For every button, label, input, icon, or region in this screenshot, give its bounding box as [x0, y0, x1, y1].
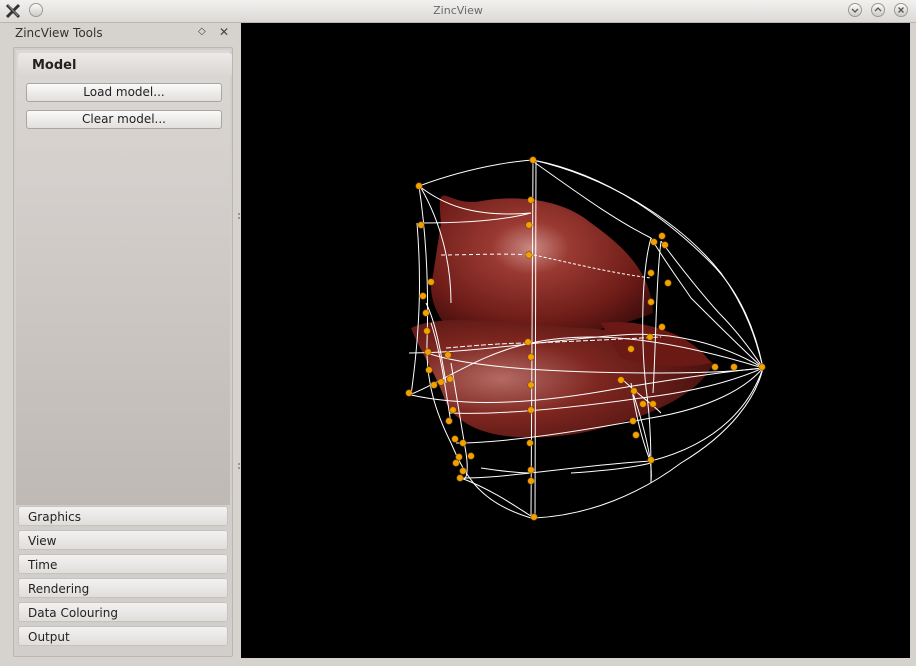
- toolbox-tab-label: Time: [28, 558, 58, 572]
- toolbox-tab-label: View: [28, 534, 57, 548]
- window-right-border: [910, 23, 916, 666]
- dock-float-icon[interactable]: ◇: [198, 26, 206, 37]
- toolbox-tab-output[interactable]: Output: [18, 626, 228, 646]
- zincview-tools-dock: ZincView Tools ◇ ✕ Model Load model... C…: [9, 23, 237, 659]
- toolbox-tab-graphics[interactable]: Graphics: [18, 506, 228, 526]
- toolbox-tab-data-colouring[interactable]: Data Colouring: [18, 602, 228, 622]
- maximize-button[interactable]: [871, 3, 885, 17]
- toolbox: Model Load model... Clear model... Graph…: [13, 47, 233, 657]
- 3d-viewport[interactable]: [241, 23, 910, 658]
- minimize-button[interactable]: [848, 3, 862, 17]
- chevron-down-icon: [851, 8, 859, 13]
- load-model-button[interactable]: Load model...: [26, 83, 222, 102]
- toolbox-tab-view[interactable]: View: [18, 530, 228, 550]
- clear-model-button[interactable]: Clear model...: [26, 110, 222, 129]
- dock-title: ZincView Tools: [15, 26, 103, 40]
- model-page: Model Load model... Clear model...: [16, 50, 232, 505]
- toolbox-tab-label: Data Colouring: [28, 606, 118, 620]
- dock-close-icon[interactable]: ✕: [219, 25, 229, 39]
- toolbox-tab-label: Output: [28, 630, 70, 644]
- window-title: ZincView: [433, 4, 483, 17]
- toolbox-tab-rendering[interactable]: Rendering: [18, 578, 228, 598]
- window-titlebar[interactable]: ZincView: [0, 0, 916, 23]
- close-icon: [898, 7, 904, 13]
- toolbox-tab-label: Graphics: [28, 510, 81, 524]
- toolbox-tab-model[interactable]: Model: [18, 53, 232, 77]
- toolbox-tab-time[interactable]: Time: [18, 554, 228, 574]
- chevron-up-icon: [874, 7, 882, 12]
- heart-model-scene: [405, 156, 766, 521]
- toolbox-tab-label: Model: [32, 58, 77, 73]
- close-window-button[interactable]: [894, 3, 908, 17]
- toolbox-tab-label: Rendering: [28, 582, 90, 596]
